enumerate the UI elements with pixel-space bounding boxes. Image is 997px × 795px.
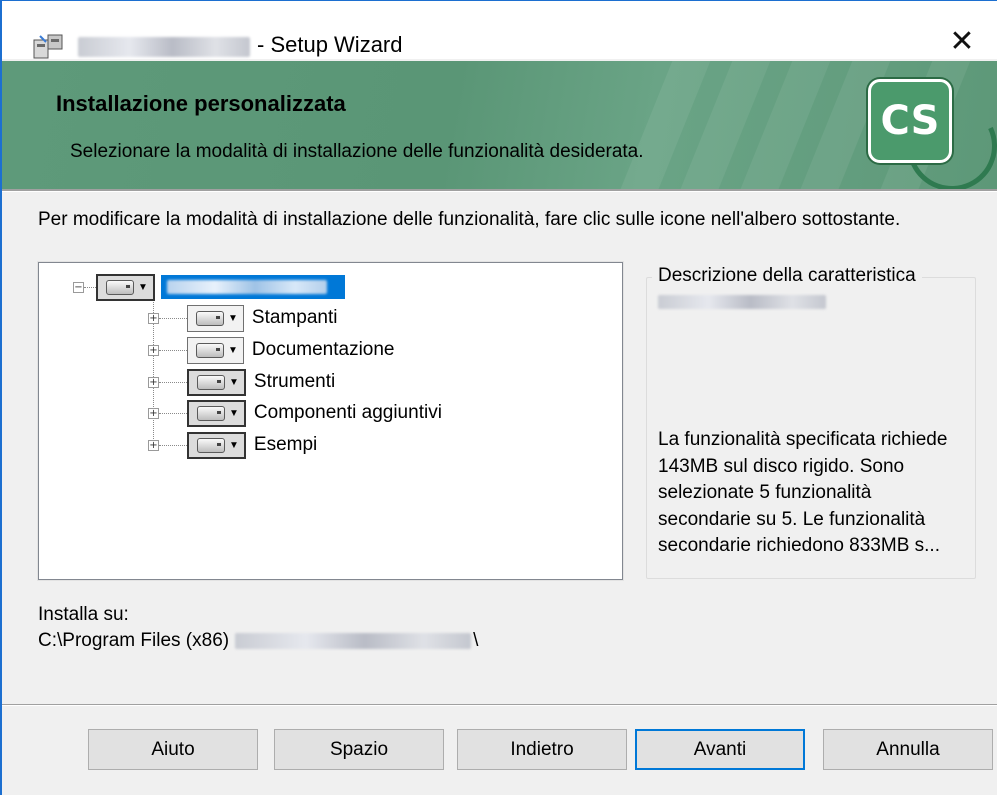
expand-toggle[interactable]: + [148,344,159,356]
tree-node-label[interactable]: Esempi [254,434,317,456]
tree-node[interactable]: + ▼ Strumenti [148,368,335,396]
expand-toggle[interactable]: + [148,376,159,388]
install-mode-button[interactable]: ▼ [187,431,246,459]
drive-icon [197,374,225,390]
dropdown-arrow-icon: ▼ [228,312,238,324]
tree-node-label[interactable]: Documentazione [252,339,395,361]
install-path: C:\Program Files (x86) \ [38,630,478,652]
feature-name-redacted [658,295,826,309]
install-path-redacted [235,633,472,649]
back-button[interactable]: Indietro [457,729,627,770]
dropdown-arrow-icon: ▼ [229,439,239,451]
dropdown-arrow-icon: ▼ [228,344,238,356]
root-install-mode-button[interactable]: ▼ [96,273,155,301]
installer-app-icon [33,34,63,59]
tree-node[interactable]: + ▼ Esempi [148,431,317,459]
instructions-text: Per modificare la modalità di installazi… [38,209,901,230]
description-title: Descrizione della caratteristica [652,265,922,287]
page-title: Installazione personalizzata [56,91,346,116]
dropdown-arrow-icon: ▼ [138,281,148,293]
tree-node[interactable]: + ▼ Componenti aggiuntivi [148,399,442,427]
help-button[interactable]: Aiuto [88,729,258,770]
drive-icon [106,279,134,295]
install-mode-button[interactable]: ▼ [187,336,244,364]
description-text: La funzionalità specificata richiede 143… [658,429,948,556]
app-name-redacted [78,37,250,57]
footer-divider [2,704,997,706]
install-location-label: Installa su: [38,604,129,625]
expand-toggle[interactable]: + [148,439,159,451]
install-path-prefix: C:\Program Files (x86) [38,630,230,651]
tree-root-node[interactable]: − ▼ [73,273,345,301]
dropdown-arrow-icon: ▼ [229,407,239,419]
tree-node[interactable]: + ▼ Stampanti [148,304,337,332]
close-button[interactable]: ✕ [927,21,997,61]
root-feature-label-redacted[interactable] [160,275,345,299]
tree-node-label[interactable]: Strumenti [254,371,335,393]
feature-tree[interactable]: − ▼ + ▼ Stampanti + ▼ Documentazione + ▼… [37,261,624,581]
install-mode-button[interactable]: ▼ [187,399,246,427]
expand-toggle[interactable]: + [148,407,159,419]
page-subtitle: Selezionare la modalità di installazione… [70,141,644,162]
setup-wizard-window: - Setup Wizard ✕ Installazione personali… [0,0,997,795]
next-button[interactable]: Avanti [635,729,805,770]
tree-node-label[interactable]: Stampanti [252,307,338,329]
tree-node[interactable]: + ▼ Documentazione [148,336,395,364]
banner-divider [2,189,997,192]
cancel-button[interactable]: Annulla [823,729,993,770]
drive-icon [196,342,224,358]
drive-icon [197,437,225,453]
install-mode-button[interactable]: ▼ [187,368,246,396]
install-path-suffix: \ [473,630,479,651]
window-title: - Setup Wizard [257,32,403,57]
collapse-toggle[interactable]: − [73,281,84,293]
expand-toggle[interactable]: + [148,312,159,324]
disk-space-button[interactable]: Spazio [274,729,444,770]
title-bar: - Setup Wizard ✕ [2,1,997,59]
cs-logo: CS [868,79,952,163]
drive-icon [196,310,224,326]
install-mode-button[interactable]: ▼ [187,304,244,332]
drive-icon [197,405,225,421]
dropdown-arrow-icon: ▼ [229,376,239,388]
header-banner: Installazione personalizzata Selezionare… [2,61,997,189]
tree-node-label[interactable]: Componenti aggiuntivi [254,402,442,424]
